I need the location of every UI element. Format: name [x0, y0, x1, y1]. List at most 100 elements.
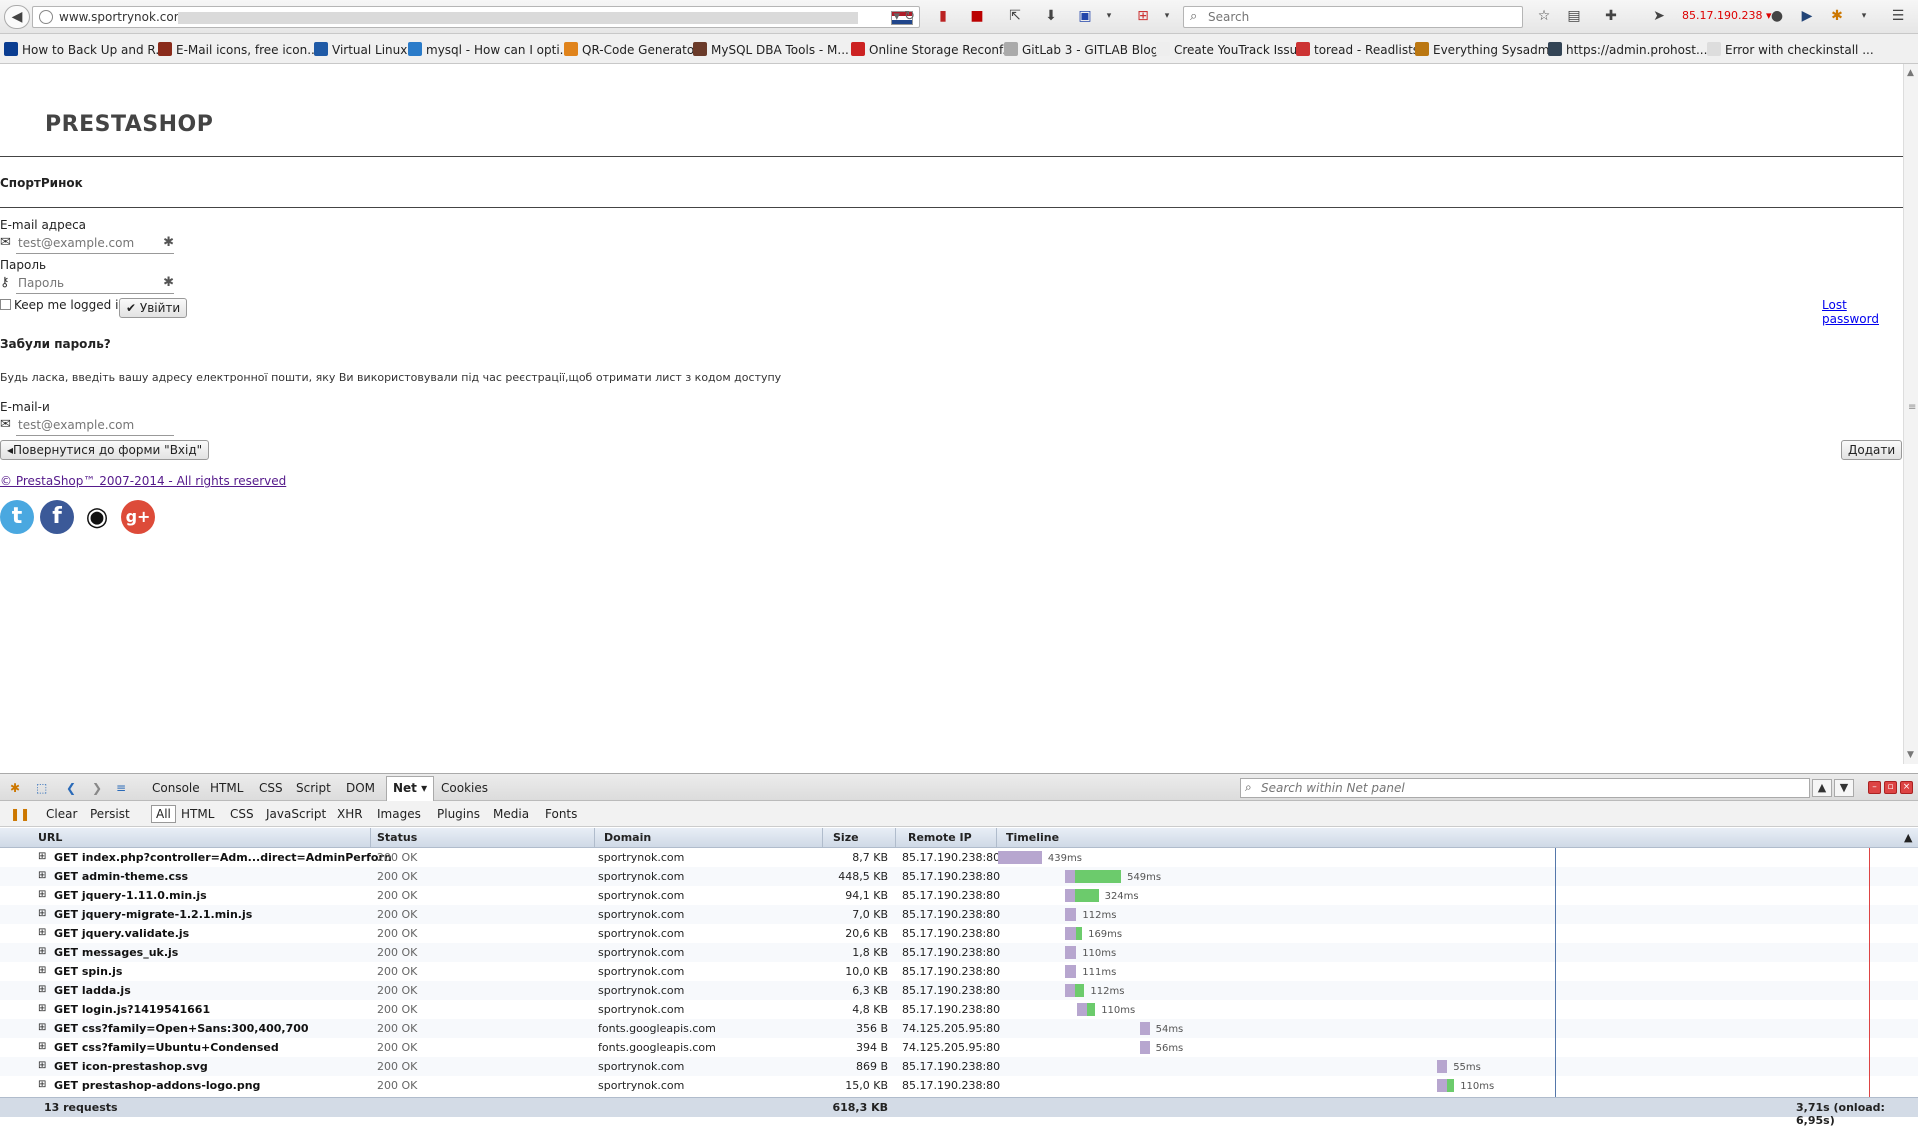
scroll-grip-icon[interactable]: ≡ [1908, 402, 1916, 413]
table-row[interactable]: ⊞ GET icon-prestashop.svg 200 OK sportrynok… [0, 1057, 1918, 1076]
bookmark-item[interactable]: Error with checkinstall ... [1707, 42, 1874, 57]
table-row[interactable]: ⊞ GET prestashop-addons-logo.png 200 OK spo… [0, 1076, 1918, 1095]
expand-icon[interactable]: ⊞ [38, 889, 46, 900]
expand-icon[interactable]: ⊞ [38, 1060, 46, 1071]
detach-firebug-icon[interactable]: ▫ [1884, 781, 1897, 794]
addon-plus-icon[interactable]: ⊞ [1134, 7, 1152, 25]
table-row[interactable]: ⊞ GET messages_uk.js 200 OK sportrynok.com 1… [0, 943, 1918, 962]
bookmark-item[interactable]: Everything Sysadmin [1415, 42, 1560, 57]
keep-logged-in[interactable]: Keep me logged in [0, 298, 126, 312]
search-down-button[interactable]: ▼ [1834, 779, 1854, 797]
next-icon[interactable]: ❯ [92, 781, 102, 795]
bookmark-item[interactable]: E-Mail icons, free icon... [158, 42, 319, 57]
net-search-input[interactable] [1259, 780, 1799, 796]
bookmark-item[interactable]: https://admin.prohost... [1548, 42, 1707, 57]
column-header-url[interactable]: URL [38, 831, 62, 844]
filter-media[interactable]: Media [493, 807, 529, 821]
bookmark-tool-icon[interactable]: ■ [968, 7, 986, 25]
table-row[interactable]: ⊞ GET jquery-1.11.0.min.js 200 OK sportryno… [0, 886, 1918, 905]
filter-clear[interactable]: Clear [46, 807, 77, 821]
column-separator[interactable] [370, 828, 371, 848]
expand-icon[interactable]: ⊞ [38, 1003, 46, 1014]
expand-icon[interactable]: ⊞ [38, 870, 46, 881]
filter-all[interactable]: All [151, 805, 176, 823]
column-header-size[interactable]: Size [833, 831, 859, 844]
forgot-email-input[interactable] [16, 414, 174, 436]
previous-icon[interactable]: ❮ [66, 781, 76, 795]
column-separator[interactable] [996, 828, 997, 848]
column-separator[interactable] [895, 828, 896, 848]
minimize-firebug-icon[interactable]: – [1868, 781, 1881, 794]
tab-css[interactable]: CSS [259, 781, 283, 795]
filter-images[interactable]: Images [377, 807, 421, 821]
browser-search-input[interactable] [1206, 9, 1506, 25]
filter-html[interactable]: HTML [181, 807, 214, 821]
pause-icon[interactable]: ❚❚ [10, 807, 30, 821]
firebug-logo-icon[interactable]: ✱ [10, 781, 20, 795]
submit-button[interactable]: Додати [1841, 440, 1903, 460]
back-button[interactable]: ◀ [4, 5, 30, 29]
download-icon[interactable]: ⬇ [1042, 7, 1060, 25]
address-bar[interactable]: www.sportrynok.com/ ▾ ↻ [32, 6, 920, 28]
forgot-email-field[interactable]: ✉ [0, 414, 176, 436]
table-row[interactable]: ⊞ GET spin.js 200 OK sportrynok.com 10,0 KB 8… [0, 962, 1918, 981]
firebug-icon[interactable]: ✱ [1828, 7, 1846, 25]
table-row[interactable]: ⊞ GET index.php?controller=Adm...direct=A… [0, 848, 1918, 867]
table-row[interactable]: ⊞ GET css?family=Ubuntu+Condensed 200 OK fo… [0, 1038, 1918, 1057]
email-input[interactable] [16, 232, 174, 254]
password-input[interactable] [16, 272, 174, 294]
column-header-remote-ip[interactable]: Remote IP [908, 831, 972, 844]
expand-icon[interactable]: ⊞ [38, 851, 46, 862]
column-separator[interactable] [594, 828, 595, 848]
inspect-icon[interactable]: ⬚ [36, 781, 47, 795]
addon-dropdown-icon[interactable]: ▾ [1158, 7, 1176, 25]
login-button[interactable]: ✔ Увійти [119, 298, 188, 318]
firebug-dropdown-icon[interactable]: ▾ [1855, 7, 1873, 25]
back-to-login-button[interactable]: ◂Повернутися до форми "Вхід" [0, 440, 210, 460]
table-row[interactable]: ⊞ GET ladda.js 200 OK sportrynok.com 6,3 KB 8… [0, 981, 1918, 1000]
tab-console[interactable]: Console [152, 781, 200, 795]
page-scrollbar[interactable]: ▲ ≡ ▼ [1903, 64, 1918, 764]
column-header-domain[interactable]: Domain [604, 831, 651, 844]
twitter-icon[interactable]: t [0, 500, 34, 534]
table-row[interactable]: ⊞ GET admin-theme.css 200 OK sportrynok.com… [0, 867, 1918, 886]
send-icon[interactable]: ➤ [1650, 7, 1668, 25]
filter-persist[interactable]: Persist [90, 807, 130, 821]
lost-password-link[interactable]: Lost password [1822, 298, 1903, 326]
menu-icon[interactable]: ☰ [1889, 7, 1907, 25]
copyright-link[interactable]: © PrestaShop™ 2007-2014 - All rights res… [0, 474, 286, 488]
bookmark-item[interactable]: MySQL DBA Tools - M... [693, 42, 849, 57]
search-up-button[interactable]: ▲ [1812, 779, 1832, 797]
expand-icon[interactable]: ⊞ [38, 965, 46, 976]
bookmark-item[interactable]: How to Back Up and R... [4, 42, 167, 57]
scroll-up-icon[interactable]: ▲ [1904, 831, 1912, 844]
github-icon[interactable]: ◉ [80, 500, 114, 534]
expand-icon[interactable]: ⊞ [38, 1022, 46, 1033]
save-icon[interactable]: ▣ [1076, 7, 1094, 25]
table-row[interactable]: ⊞ GET jquery-migrate-1.2.1.min.js 200 OK sp… [0, 905, 1918, 924]
table-row[interactable]: ⊞ GET jquery.validate.js 200 OK sportrynok.… [0, 924, 1918, 943]
bookmark-item[interactable]: Create YouTrack Issue [1156, 42, 1305, 57]
email-field[interactable]: ✉ ✱ [0, 232, 176, 254]
expand-icon[interactable]: ⊞ [38, 946, 46, 957]
readlist-icon[interactable]: ▮ [934, 7, 952, 25]
column-separator[interactable] [822, 828, 823, 848]
ip-address-label[interactable]: 85.17.190.238 ▾ [1682, 9, 1772, 22]
puzzle-icon[interactable]: ✚ [1602, 7, 1620, 25]
bookmark-item[interactable]: Online Storage Reconf... [851, 42, 1014, 57]
net-search[interactable]: ⌕ [1240, 778, 1810, 798]
close-firebug-icon[interactable]: × [1900, 781, 1913, 794]
column-header-status[interactable]: Status [377, 831, 417, 844]
bookmark-item[interactable]: QR-Code Generator [564, 42, 699, 57]
table-row[interactable]: ⊞ GET login.js?1419541661 200 OK sportrynok… [0, 1000, 1918, 1019]
expand-icon[interactable]: ⊞ [38, 908, 46, 919]
tab-script[interactable]: Script [296, 781, 331, 795]
bookmark-item[interactable]: Virtual Linux [314, 42, 407, 57]
filter-xhr[interactable]: XHR [337, 807, 363, 821]
browser-search[interactable]: ⌕ [1183, 6, 1523, 28]
scroll-up-icon[interactable]: ▲ [1907, 68, 1914, 78]
star-icon[interactable]: ☆ [1535, 7, 1553, 25]
site-identity-icon[interactable] [39, 10, 53, 24]
reload-icon[interactable]: ▾ ↻ [893, 9, 915, 24]
tab-cookies[interactable]: Cookies [441, 781, 488, 795]
